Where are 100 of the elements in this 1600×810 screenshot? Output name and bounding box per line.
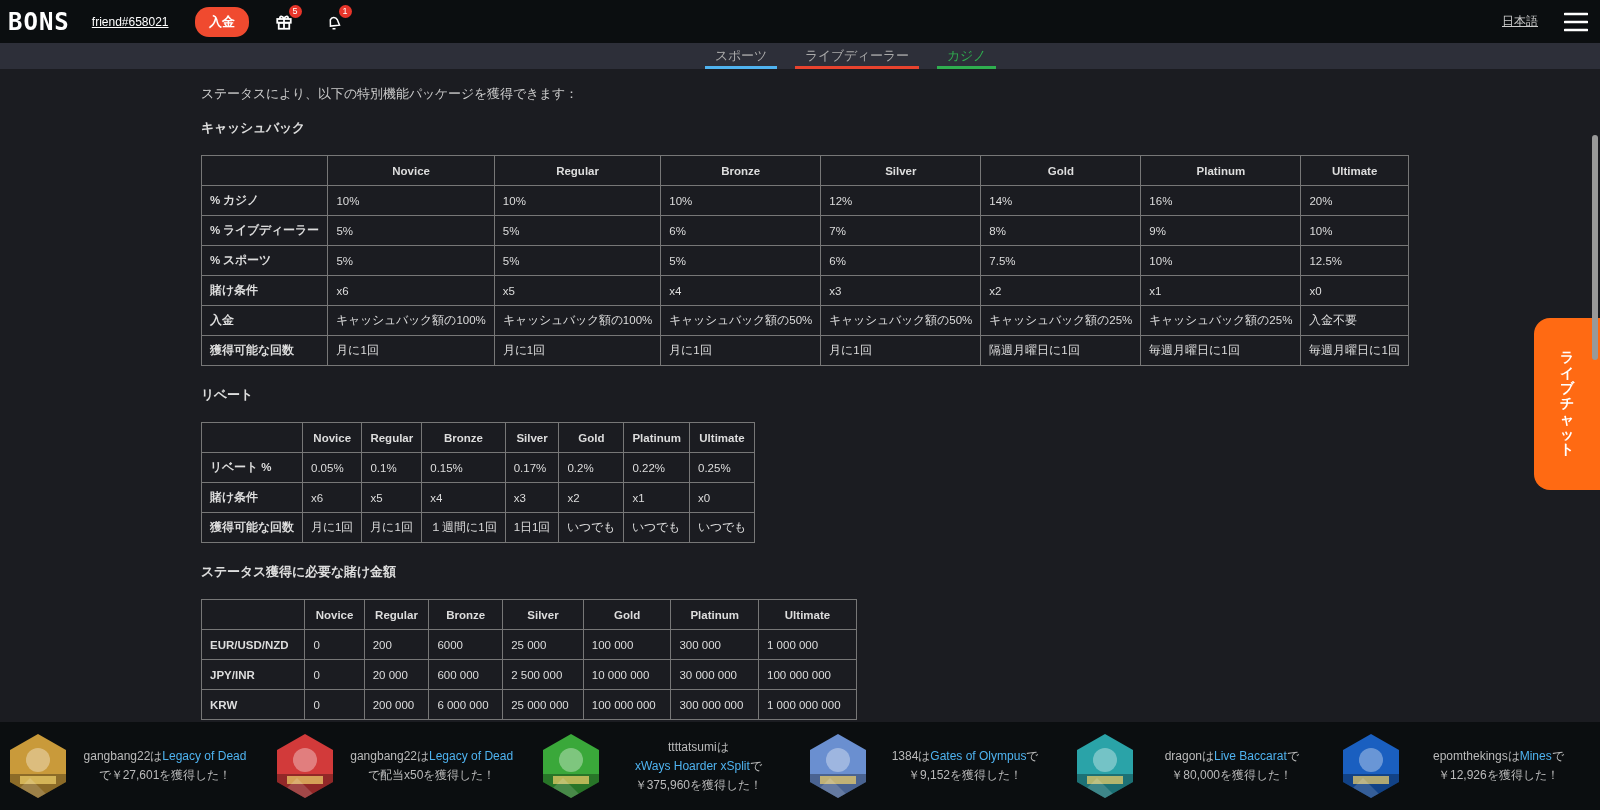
win-message: epomthekingsはMinesで￥12,926を獲得した！	[1432, 748, 1565, 784]
column-header: Bronze	[421, 422, 506, 453]
game-link[interactable]: xWays Hoarder xSplit	[634, 758, 750, 773]
table-cell: 200 000	[364, 689, 429, 720]
row-header: % カジノ	[201, 185, 328, 216]
column-header: Gold	[583, 599, 671, 630]
table-cell: 100 000 000	[758, 659, 857, 690]
table-cell: 1日1回	[505, 512, 559, 543]
column-header: Novice	[304, 599, 365, 630]
game-link[interactable]: Mines	[1519, 749, 1552, 763]
table-cell: 0.25%	[689, 452, 755, 483]
table-cell: 6000	[428, 629, 503, 660]
win-message: ttttatsumiは xWays Hoarder xSplitで￥375,960を獲得した！	[633, 738, 764, 794]
table-cell: 0.15%	[421, 452, 506, 483]
table-cell: 0.2%	[558, 452, 624, 483]
category-tab[interactable]: カジノ	[936, 45, 996, 69]
game-link[interactable]: Legacy of Dead	[162, 749, 247, 763]
language-link[interactable]: 日本語	[1502, 13, 1538, 30]
deposit-button[interactable]: 入金	[194, 6, 249, 37]
table-cell: １週間に1回	[421, 512, 506, 543]
table-cell: 10%	[1140, 245, 1301, 276]
row-header: 賭け条件	[201, 275, 328, 306]
table-cell: x3	[505, 482, 559, 513]
table-cell: x2	[980, 275, 1141, 306]
table-cell: x6	[302, 482, 362, 513]
logo[interactable]: BONS	[8, 7, 70, 36]
table-cell: 5%	[660, 245, 821, 276]
win-message: 1384はGates of Olympusで￥9,152を獲得した！	[890, 748, 1040, 784]
table-cell: 12.5%	[1300, 245, 1409, 276]
table-cell: 25 000	[502, 629, 584, 660]
table-cell: 5%	[494, 215, 661, 246]
table-cell: キャッシュバック額の50%	[660, 305, 821, 336]
table-cell: 10 000 000	[583, 659, 671, 690]
row-header: 賭け条件	[201, 482, 303, 513]
column-header: Novice	[327, 155, 495, 186]
column-header: Silver	[820, 155, 981, 186]
table-cell: x4	[421, 482, 506, 513]
table-cell: 5%	[494, 245, 661, 276]
table-cell: 30 000 000	[670, 659, 759, 690]
column-header: Platinum	[670, 599, 759, 630]
table-cell: x6	[327, 275, 495, 306]
table-cell: x2	[558, 482, 624, 513]
table-cell: 0	[304, 629, 365, 660]
win-message: gangbang22はLegacy of Dead で￥27,601を獲得した！	[82, 748, 248, 784]
game-link[interactable]: Legacy of Dead	[429, 749, 514, 763]
table-cell: キャッシュバック額の25%	[980, 305, 1141, 336]
table-cell: 月に1回	[660, 335, 821, 366]
category-tab[interactable]: ライブディーラー	[794, 45, 919, 69]
column-header: Ultimate	[758, 599, 857, 630]
table-cell: 10%	[1300, 215, 1409, 246]
table-cell: キャッシュバック額の25%	[1140, 305, 1301, 336]
table-cell: 10%	[660, 185, 821, 216]
username-link[interactable]: friend#658021	[91, 14, 169, 29]
table-cell: 入金不要	[1300, 305, 1409, 336]
section-heading: リベート	[201, 386, 253, 404]
table-cell: 0.17%	[505, 452, 559, 483]
table-cell: 10%	[494, 185, 661, 216]
table-cell: 16%	[1140, 185, 1301, 216]
table-cell: x5	[494, 275, 661, 306]
table-cell: 20 000	[364, 659, 429, 690]
table-cell: 600 000	[428, 659, 503, 690]
table-cell: 9%	[1140, 215, 1301, 246]
table-cell: 0	[304, 689, 365, 720]
table-cell: 25 000 000	[502, 689, 584, 720]
table-cell: x0	[689, 482, 755, 513]
row-header: % スポーツ	[201, 245, 328, 276]
table-cell: x4	[660, 275, 821, 306]
table-cell: 1 000 000 000	[758, 689, 857, 720]
table-cell: 隔週月曜日に1回	[980, 335, 1141, 366]
category-tab[interactable]: スポーツ	[704, 45, 777, 69]
table-cell: x5	[361, 482, 422, 513]
game-link[interactable]: Gates of Olympus	[930, 749, 1027, 763]
table-cell: x0	[1300, 275, 1409, 306]
table-cell: いつでも	[558, 512, 624, 543]
count-badge: 5	[288, 4, 302, 18]
table-cell: 100 000 000	[583, 689, 671, 720]
table-cell: 7.5%	[980, 245, 1141, 276]
table-cell: 1 000 000	[758, 629, 857, 660]
table-cell: キャッシュバック額の100%	[327, 305, 495, 336]
scrollbar[interactable]	[1592, 135, 1598, 360]
game-link[interactable]: Live Baccarat	[1214, 749, 1287, 763]
menu-icon[interactable]	[1564, 11, 1588, 32]
table-cell: 月に1回	[820, 335, 981, 366]
table-cell: 0.05%	[302, 452, 362, 483]
table-cell: 8%	[980, 215, 1141, 246]
column-header: Silver	[505, 422, 559, 453]
table-cell: 月に1回	[327, 335, 495, 366]
intro-text: ステータスにより、以下の特別機能パッケージを獲得できます：	[201, 85, 579, 103]
column-header: Gold	[980, 155, 1141, 186]
row-header: EUR/USD/NZD	[201, 629, 305, 660]
column-header: Novice	[302, 422, 362, 453]
table-cell: 0	[304, 659, 365, 690]
section-heading: ステータス獲得に必要な賭け金額	[201, 563, 396, 581]
table-cell: 2 500 000	[502, 659, 584, 690]
column-header: Silver	[502, 599, 584, 630]
column-header: Regular	[364, 599, 429, 630]
table-cell: 20%	[1300, 185, 1409, 216]
table-cell: 300 000	[670, 629, 759, 660]
column-header: Platinum	[623, 422, 690, 453]
table-cell: 5%	[327, 245, 495, 276]
